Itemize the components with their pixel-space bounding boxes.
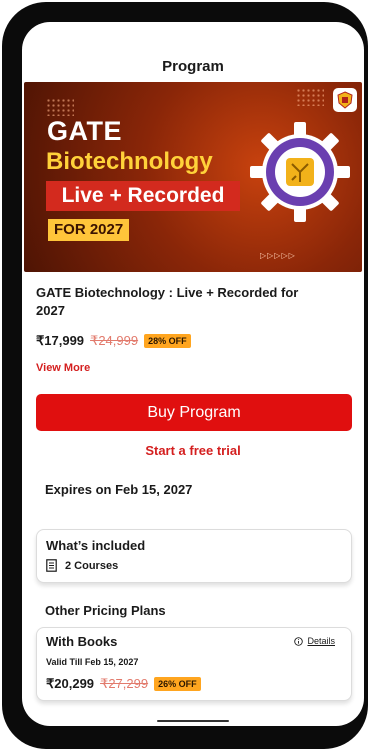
gear-circuit-icon <box>250 122 350 222</box>
info-icon <box>294 636 304 646</box>
banner-line-exam: GATE <box>47 116 122 146</box>
course-book-icon <box>46 559 57 572</box>
view-more-link[interactable]: View More <box>36 362 90 374</box>
plan-name: With Books <box>46 634 118 649</box>
free-trial-link[interactable]: Start a free trial <box>22 443 364 458</box>
banner-arrows: ▷▷▷▷▷ <box>260 251 296 260</box>
included-courses-row: 2 Courses <box>46 559 118 572</box>
home-indicator[interactable] <box>157 720 229 722</box>
phone-frame: Program GATE Biotechnology Live + Record… <box>2 2 368 749</box>
other-plans-heading: Other Pricing Plans <box>45 603 166 618</box>
included-heading: What’s included <box>46 538 146 553</box>
decor-dots <box>296 88 324 106</box>
price-row: ₹17,999 ₹24,999 28% OFF <box>36 333 191 349</box>
program-price: ₹17,999 <box>36 333 85 348</box>
logo-badge-icon <box>333 88 357 112</box>
program-banner: GATE Biotechnology Live + Recorded FOR 2… <box>24 82 362 272</box>
banner-line-subject: Biotechnology <box>46 148 213 175</box>
expiry-text: Expires on Feb 15, 2027 <box>45 482 193 497</box>
plan-details-link[interactable]: Details <box>294 636 335 646</box>
decor-dots <box>46 98 74 116</box>
plan-validity: Valid Till Feb 15, 2027 <box>46 657 139 667</box>
plan-mrp: ₹27,299 <box>100 676 149 691</box>
plan-price: ₹20,299 <box>46 676 95 691</box>
program-mrp: ₹24,999 <box>90 333 139 348</box>
plan-price-row: ₹20,299 ₹27,299 26% OFF <box>46 676 201 692</box>
buy-program-button[interactable]: Buy Program <box>36 394 352 431</box>
page-title: Program <box>162 58 224 75</box>
discount-badge: 28% OFF <box>144 334 191 348</box>
plan-details-label: Details <box>307 636 335 646</box>
included-courses-count: 2 Courses <box>65 559 119 572</box>
plan-discount-badge: 26% OFF <box>154 677 201 691</box>
program-name: GATE Biotechnology : Live + Recorded for… <box>36 285 299 318</box>
screen: Program GATE Biotechnology Live + Record… <box>22 22 364 726</box>
whats-included-card: What’s included 2 Courses <box>36 529 352 583</box>
pricing-plan-card[interactable]: With Books Details Valid Till Feb 15, 20… <box>36 627 352 701</box>
banner-line-year: FOR 2027 <box>48 219 130 241</box>
banner-line-mode: Live + Recorded <box>46 181 240 211</box>
